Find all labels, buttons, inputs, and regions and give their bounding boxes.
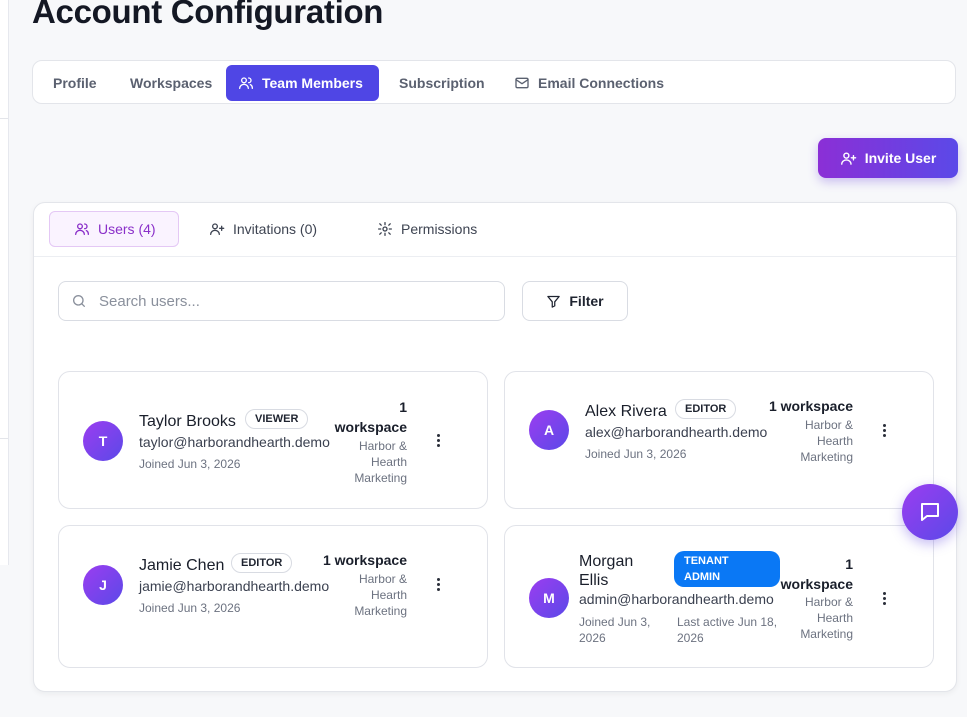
workspace-count-line: workspace bbox=[780, 576, 853, 592]
divider bbox=[34, 256, 956, 257]
workspace-line: Harbor & bbox=[358, 572, 407, 586]
joined-date: Joined Jun 3, 2026 bbox=[139, 601, 241, 615]
subtab-invitations[interactable]: Invitations (0) bbox=[197, 211, 329, 247]
user-plus-icon bbox=[840, 151, 856, 165]
user-name: Jamie Chen bbox=[139, 557, 225, 574]
workspace-count: 1 workspace bbox=[781, 554, 853, 594]
user-email: admin@harborandhearth.demo bbox=[579, 591, 774, 607]
workspace-count-line: workspace bbox=[334, 419, 407, 435]
role-line: TENANT bbox=[684, 555, 729, 567]
more-options-icon[interactable] bbox=[878, 420, 890, 440]
settings-tabs: Profile Workspaces Team Members Subscrip… bbox=[32, 60, 956, 104]
workspace-count-line: 1 bbox=[845, 556, 853, 572]
workspace-count: 1 workspace bbox=[768, 398, 853, 414]
search-box[interactable] bbox=[58, 281, 505, 321]
role-badge: EDITOR bbox=[675, 399, 737, 419]
role-badge: EDITOR bbox=[231, 553, 293, 573]
joined-date: Joined Jun 3, 2026 bbox=[139, 457, 241, 471]
invite-user-label: Invite User bbox=[864, 150, 937, 166]
workspace-name: Harbor & Hearth Marketing bbox=[800, 417, 853, 465]
avatar: T bbox=[83, 421, 123, 461]
subtab-users[interactable]: Users (4) bbox=[49, 211, 179, 247]
workspace-line: Marketing bbox=[800, 627, 853, 641]
workspace-name: Harbor & Hearth Marketing bbox=[354, 571, 407, 619]
tab-label: Team Members bbox=[262, 75, 363, 91]
subtab-label: Invitations (0) bbox=[233, 221, 318, 237]
role-badge: VIEWER bbox=[245, 409, 309, 429]
user-name: Alex Rivera bbox=[585, 403, 667, 420]
more-options-icon[interactable] bbox=[878, 588, 890, 608]
workspace-count: 1 workspace bbox=[322, 552, 407, 568]
avatar: A bbox=[529, 410, 569, 450]
tab-team-members[interactable]: Team Members bbox=[226, 65, 379, 101]
avatar: M bbox=[529, 578, 569, 618]
user-email: alex@harborandhearth.demo bbox=[585, 424, 768, 440]
users-icon bbox=[239, 77, 253, 89]
invite-user-button[interactable]: Invite User bbox=[818, 138, 958, 178]
tab-label: Subscription bbox=[399, 75, 485, 91]
name-line: Ellis bbox=[579, 572, 609, 589]
sidebar-edge bbox=[0, 0, 9, 565]
workspace-name: Harbor & Hearth Marketing bbox=[800, 594, 853, 642]
workspace-line: Marketing bbox=[354, 604, 407, 618]
tab-subscription[interactable]: Subscription bbox=[387, 65, 497, 101]
more-options-icon[interactable] bbox=[432, 430, 444, 450]
workspace-line: Harbor & bbox=[358, 439, 407, 453]
users-icon bbox=[75, 223, 89, 235]
workspace-name: Harbor & Hearth Marketing bbox=[354, 438, 407, 486]
last-active-line: Last active Jun 18, bbox=[677, 615, 778, 629]
workspace-line: Hearth bbox=[370, 588, 407, 602]
joined-date: Joined Jun 3, 2026 bbox=[585, 447, 687, 461]
subtab-label: Permissions bbox=[401, 221, 478, 237]
gear-icon bbox=[378, 222, 392, 236]
workspace-line: Hearth bbox=[816, 611, 853, 625]
tab-label: Workspaces bbox=[130, 75, 213, 91]
user-card: J Jamie Chen EDITOR jamie@harborandheart… bbox=[58, 525, 488, 668]
last-active: Last active Jun 18, 2026 bbox=[677, 614, 777, 646]
workspace-line: Marketing bbox=[354, 471, 407, 485]
tab-label: Email Connections bbox=[538, 75, 665, 91]
search-icon bbox=[73, 295, 85, 307]
user-card: A Alex Rivera EDITOR alex@harborandheart… bbox=[504, 371, 934, 509]
joined-date: Joined Jun 3, 2026 bbox=[579, 614, 650, 646]
more-options-icon[interactable] bbox=[432, 574, 444, 594]
workspace-count: 1 workspace bbox=[335, 397, 407, 437]
subtab-permissions[interactable]: Permissions bbox=[365, 211, 489, 247]
workspace-count-line: 1 bbox=[399, 399, 407, 415]
role-line: ADMIN bbox=[684, 571, 721, 583]
name-line: Morgan bbox=[579, 553, 634, 570]
user-card: M Morgan Ellis TENANT ADMIN admin@harbor… bbox=[504, 525, 934, 668]
last-active-line: 2026 bbox=[677, 631, 704, 645]
user-plus-icon bbox=[210, 223, 225, 235]
joined-line: Joined Jun 3, bbox=[579, 615, 651, 629]
joined-line: 2026 bbox=[579, 631, 606, 645]
page-title: Account Configuration bbox=[32, 0, 384, 30]
filter-button[interactable]: Filter bbox=[522, 281, 628, 321]
user-card: T Taylor Brooks VIEWER taylor@harborandh… bbox=[58, 371, 488, 509]
filter-label: Filter bbox=[569, 293, 604, 309]
subtab-label: Users (4) bbox=[98, 221, 156, 237]
user-email: jamie@harborandhearth.demo bbox=[139, 578, 330, 594]
mail-icon bbox=[515, 77, 529, 89]
tab-email-connections[interactable]: Email Connections bbox=[502, 65, 676, 101]
workspace-line: Hearth bbox=[370, 455, 407, 469]
workspace-line: Harbor & bbox=[804, 595, 853, 609]
avatar: J bbox=[83, 565, 123, 605]
chat-button[interactable] bbox=[902, 484, 958, 540]
search-input[interactable] bbox=[97, 291, 481, 311]
user-email: taylor@harborandhearth.demo bbox=[139, 434, 330, 450]
workspace-line: Hearth bbox=[816, 434, 853, 448]
user-name: Morgan Ellis bbox=[579, 552, 633, 590]
tab-profile[interactable]: Profile bbox=[41, 65, 109, 101]
filter-icon bbox=[547, 295, 561, 308]
chat-icon bbox=[921, 503, 939, 521]
role-badge: TENANT ADMIN bbox=[674, 551, 780, 587]
tab-workspaces[interactable]: Workspaces bbox=[118, 65, 224, 101]
user-name: Taylor Brooks bbox=[139, 413, 236, 430]
workspace-line: Marketing bbox=[800, 450, 853, 464]
users-panel: Users (4) Invitations (0) Permissions Fi… bbox=[33, 202, 957, 692]
workspace-line: Harbor & bbox=[804, 418, 853, 432]
tab-label: Profile bbox=[53, 75, 97, 91]
